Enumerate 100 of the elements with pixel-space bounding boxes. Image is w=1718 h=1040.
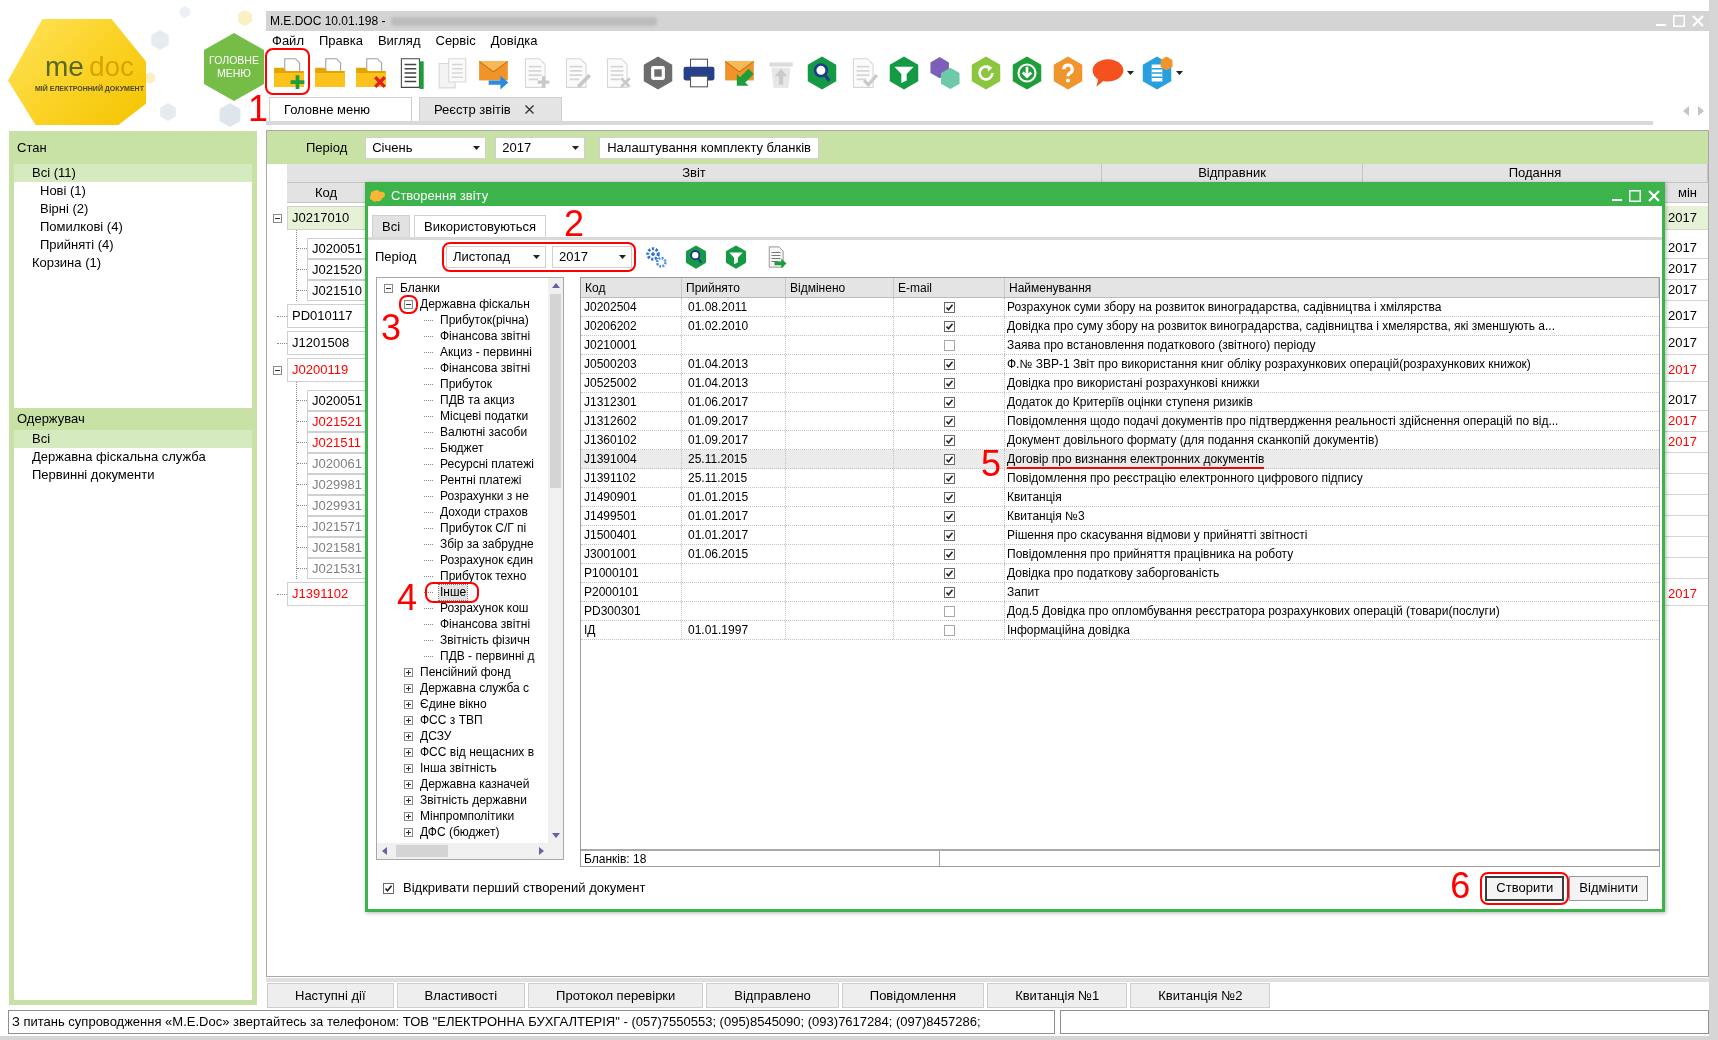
tree-item[interactable]: Бюджет: [439, 440, 485, 456]
plus-box-icon[interactable]: [404, 827, 413, 837]
menu-item[interactable]: Файл: [272, 33, 304, 49]
sidebar-item[interactable]: Вірні (2): [14, 200, 252, 218]
checkbox[interactable]: [943, 510, 955, 522]
filter-icon[interactable]: [724, 245, 748, 269]
tree-item[interactable]: ПДВ - первинні д: [439, 648, 536, 664]
checkbox[interactable]: [943, 434, 955, 446]
printer-icon[interactable]: [681, 56, 716, 90]
scrollbar[interactable]: [377, 843, 563, 859]
tree-item[interactable]: Інше: [439, 584, 468, 600]
tree-item[interactable]: Державна фіскальн: [419, 296, 531, 312]
plus-box-icon[interactable]: [404, 715, 413, 725]
table-row[interactable]: J0206202 01.02.2010 Довідка про суму збору на розвиток виноградарства, садівництва і хмелярства, які зменшують а...: [581, 317, 1659, 336]
menu-item[interactable]: Сервіс: [435, 33, 476, 49]
tree-item[interactable]: Прибуток(річна): [439, 312, 530, 328]
tree-item[interactable]: Розрахунки з не: [439, 488, 530, 504]
checkbox[interactable]: [943, 624, 955, 636]
sidebar-item[interactable]: Помилкові (4): [14, 218, 252, 236]
table-row[interactable]: J0210001 Заява про встановлення податкового (звітного) періоду: [581, 336, 1659, 355]
sidebar-item[interactable]: Державна фіскальна служба: [14, 448, 252, 466]
scrollbar-thumb[interactable]: [396, 845, 448, 857]
table-row[interactable]: ІД 01.01.1997 Інформаційна довідка: [581, 621, 1659, 640]
tab[interactable]: Властивості: [396, 983, 526, 1008]
checkbox[interactable]: [943, 491, 955, 503]
tree-item[interactable]: Прибуток С/Г пі: [439, 520, 528, 536]
tree-item[interactable]: ФСС з ТВП: [419, 712, 484, 728]
sidebar-item[interactable]: Всі (11): [14, 164, 252, 182]
tab[interactable]: Квитанція №1: [987, 983, 1128, 1008]
tab[interactable]: Квитанція №2: [1130, 983, 1271, 1008]
table-row[interactable]: J1312301 01.06.2017 Додаток до Критеріїв оцінки ступеня ризиків: [581, 393, 1659, 412]
tab[interactable]: Реєстр звітів: [419, 97, 562, 121]
checkbox[interactable]: [943, 453, 955, 465]
tree-item[interactable]: Пенсійний фонд: [419, 664, 512, 680]
tab[interactable]: Наступні дії: [267, 983, 394, 1008]
plus-box-icon[interactable]: [404, 683, 413, 693]
tree-item[interactable]: Прибуток: [439, 376, 493, 392]
table-row[interactable]: P2000101 Запит: [581, 583, 1659, 602]
checkbox[interactable]: [943, 567, 955, 579]
sidebar-item[interactable]: Всі: [14, 430, 252, 448]
menu-item[interactable]: Довідка: [490, 33, 538, 49]
tree-item[interactable]: Валютні засоби: [439, 424, 529, 440]
table-row[interactable]: J0500203 01.04.2013 Ф.№ ЗВР-1 Звіт про використання книг обліку розрахункових операцій(розрахункових книжок): [581, 355, 1659, 374]
checkbox[interactable]: [943, 301, 955, 313]
tree-item[interactable]: Державна казначей: [419, 776, 531, 792]
tree-item[interactable]: Рентні платежі: [439, 472, 523, 488]
table-row[interactable]: J1500401 01.01.2017 Рішення про скасування відмови у прийнятті звітності: [581, 526, 1659, 545]
tree-item[interactable]: Інша звітність: [419, 760, 498, 776]
table-row[interactable]: J0202504 01.08.2011 Розрахунок суми збору на розвиток виноградарства, садівництва і хмілярства: [581, 298, 1659, 317]
checkbox[interactable]: [943, 358, 955, 370]
hexagons-icon[interactable]: [927, 56, 962, 90]
tree-item[interactable]: ДФС (бюджет): [419, 824, 501, 840]
tree-item[interactable]: Бланки: [399, 280, 441, 296]
checkbox[interactable]: [943, 320, 955, 332]
tab[interactable]: Всі: [372, 215, 411, 237]
scroll-right-icon[interactable]: [539, 847, 544, 855]
dropdown[interactable]: Листопад: [446, 246, 546, 268]
folder-plus-icon[interactable]: [271, 56, 306, 90]
tree-item[interactable]: ДСЗУ: [419, 728, 453, 744]
checkbox[interactable]: [943, 472, 955, 484]
sidebar-item[interactable]: Корзина (1): [14, 254, 252, 272]
scrollbar-thumb[interactable]: [550, 294, 561, 488]
dropdown[interactable]: Січень: [365, 136, 487, 159]
plus-box-icon[interactable]: [404, 763, 413, 773]
tree-item[interactable]: ФСС від нещасних в: [419, 744, 536, 760]
tree-item[interactable]: Мінпромполітики: [419, 808, 516, 824]
tree-item[interactable]: ПДВ та акциз: [439, 392, 516, 408]
plus-box-icon[interactable]: [404, 667, 413, 677]
table-row[interactable]: J1312602 01.09.2017 Повідомлення щодо подачі документів про підтвердження реальності здійснення операцій по від...: [581, 412, 1659, 431]
checkbox[interactable]: [943, 586, 955, 598]
minus-box-icon[interactable]: [272, 213, 282, 223]
tree-item[interactable]: Збір за забрудне: [439, 536, 535, 552]
sidebar-item[interactable]: Первинні документи: [14, 466, 252, 484]
tree-item[interactable]: Державна служба с: [419, 680, 531, 696]
caret-icon[interactable]: [572, 145, 580, 150]
tree-item[interactable]: Акциз - первинні: [439, 344, 533, 360]
checkbox[interactable]: [943, 339, 955, 351]
tab[interactable]: Протокол перевірки: [528, 983, 704, 1008]
plus-box-icon[interactable]: [404, 795, 413, 805]
plus-box-icon[interactable]: [404, 731, 413, 741]
close-icon[interactable]: [524, 105, 534, 114]
table-row[interactable]: J1490901 01.01.2015 Квитанція: [581, 488, 1659, 507]
search-icon[interactable]: [684, 245, 708, 269]
dropdown[interactable]: 2017: [495, 136, 586, 159]
settings-icon[interactable]: [644, 245, 668, 269]
tree-item[interactable]: Звітність державни: [419, 792, 528, 808]
table-row[interactable]: J0525002 01.04.2013 Довідка про використані розрахункові книжки: [581, 374, 1659, 393]
scroll-up-icon[interactable]: [551, 283, 560, 288]
maximize-icon[interactable]: [1629, 189, 1641, 202]
tree-item[interactable]: Місцеві податки: [439, 408, 530, 424]
tab[interactable]: Використовуються: [414, 215, 546, 237]
minimize-icon[interactable]: [1612, 198, 1622, 201]
minus-box-icon[interactable]: [272, 365, 282, 375]
scrollbar[interactable]: [548, 278, 563, 843]
table-row[interactable]: J3001001 01.06.2015 Повідомлення про прийняття працівника на роботу: [581, 545, 1659, 564]
checkbox[interactable]: [943, 396, 955, 408]
minus-box-icon[interactable]: [404, 299, 413, 309]
caret-icon[interactable]: [619, 255, 626, 259]
tree-item[interactable]: Фінансова звітні: [439, 328, 532, 344]
folder-cross-icon[interactable]: [353, 56, 388, 90]
